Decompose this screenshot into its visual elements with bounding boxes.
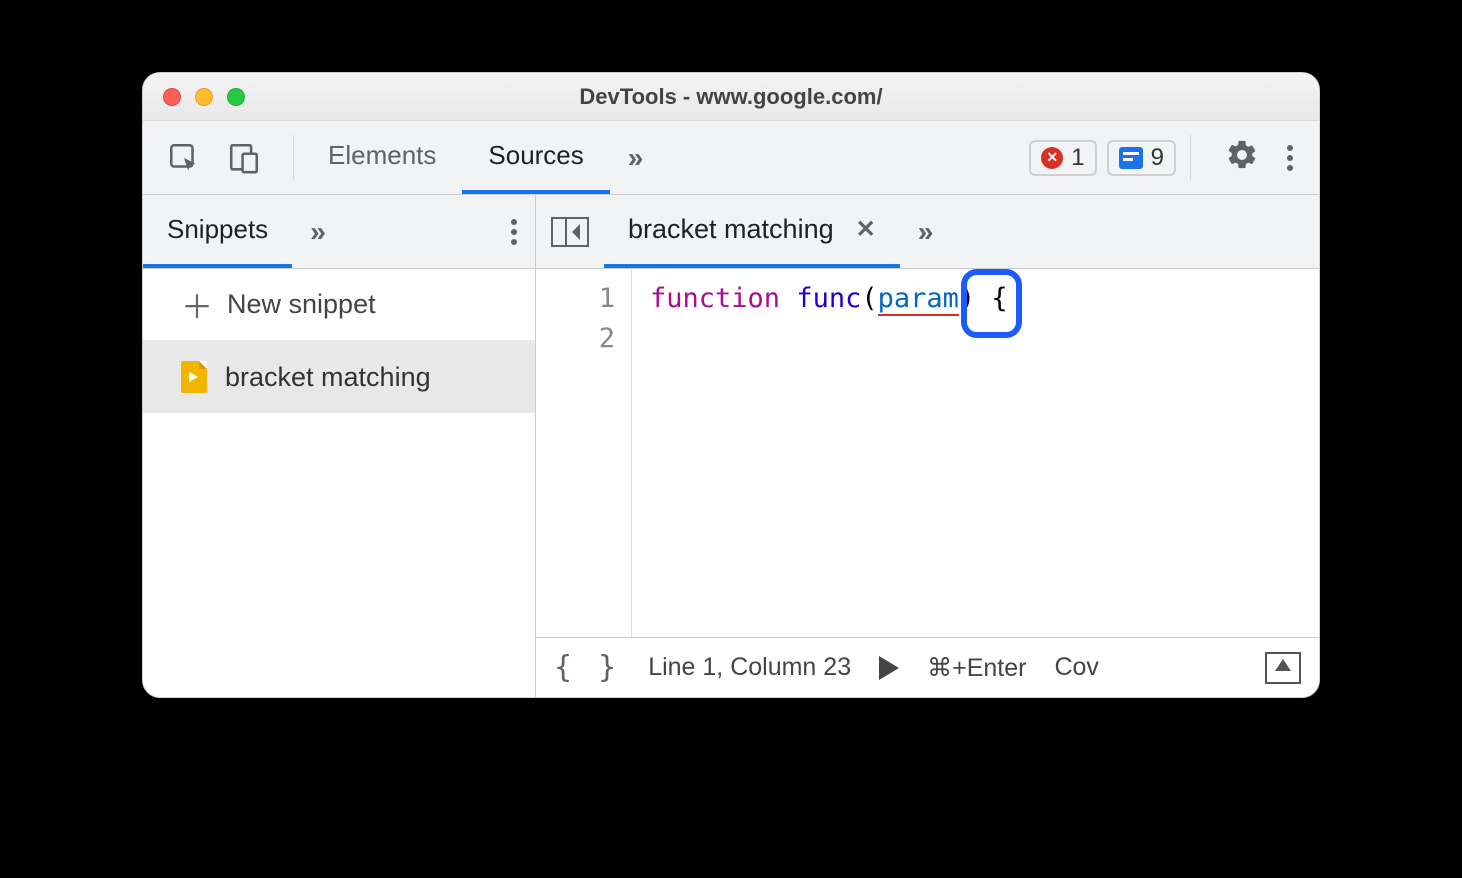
- drawer-toggle-icon[interactable]: [1265, 652, 1301, 684]
- snippets-list: bracket matching: [143, 341, 535, 697]
- editor-more-tabs[interactable]: »: [900, 195, 952, 268]
- errors-count: 1: [1071, 144, 1084, 172]
- trailing-icons: [1199, 121, 1319, 194]
- token-function-name: func: [796, 283, 861, 314]
- pretty-print-icon[interactable]: { }: [554, 650, 620, 685]
- sidebar: Snippets » ＋ New snippet bracket matchin…: [143, 195, 536, 697]
- content: Snippets » ＋ New snippet bracket matchin…: [143, 195, 1319, 697]
- more-tabs-button[interactable]: »: [610, 121, 662, 194]
- status-bar: { } Line 1, Column 23 ⌘+Enter Cov: [536, 637, 1319, 697]
- line-gutter: 1 2: [536, 269, 632, 637]
- code-content[interactable]: function func(param) {: [632, 269, 1319, 637]
- error-icon: ✕: [1041, 147, 1063, 169]
- separator: [293, 135, 294, 180]
- messages-badge[interactable]: 9: [1107, 140, 1176, 176]
- tab-sources[interactable]: Sources: [462, 121, 609, 194]
- devtools-window: DevTools - www.google.com/ Elements Sour…: [142, 72, 1320, 698]
- token-keyword: function: [650, 283, 780, 314]
- run-shortcut-label: ⌘+Enter: [927, 653, 1026, 683]
- sidebar-menu-button[interactable]: [511, 195, 517, 268]
- separator: [1190, 135, 1191, 180]
- coverage-label[interactable]: Cov: [1054, 653, 1098, 682]
- cursor-position: Line 1, Column 23: [648, 653, 851, 682]
- window-title: DevTools - www.google.com/: [143, 84, 1319, 110]
- sidebar-more-tabs[interactable]: »: [292, 195, 344, 268]
- zoom-window-button[interactable]: [227, 88, 245, 106]
- minimize-window-button[interactable]: [195, 88, 213, 106]
- code-editor[interactable]: 1 2 function func(param) {: [536, 269, 1319, 637]
- snippet-item-bracket-matching[interactable]: bracket matching: [143, 341, 535, 413]
- console-counters: ✕ 1 9: [1029, 121, 1182, 194]
- new-snippet-label: New snippet: [227, 289, 376, 320]
- main-toolbar: Elements Sources » ✕ 1 9: [143, 121, 1319, 195]
- run-snippet-icon[interactable]: [879, 656, 899, 680]
- inspect-element-icon[interactable]: [167, 141, 201, 175]
- editor-toolbar: bracket matching ✕ »: [536, 195, 1319, 269]
- main-menu-button[interactable]: [1287, 145, 1293, 171]
- close-window-button[interactable]: [163, 88, 181, 106]
- token-open-paren: (: [861, 283, 877, 314]
- sidebar-toolbar: Snippets »: [143, 195, 535, 269]
- editor-pane: bracket matching ✕ » 1 2 function func(p…: [536, 195, 1319, 697]
- navigator-toggle-icon[interactable]: [536, 195, 604, 268]
- editor-file-tab[interactable]: bracket matching ✕: [604, 195, 900, 268]
- tab-elements[interactable]: Elements: [302, 121, 462, 194]
- title-bar: DevTools - www.google.com/: [143, 73, 1319, 121]
- line-number: 1: [536, 279, 631, 319]
- token-space: [975, 283, 991, 314]
- snippet-file-icon: [181, 361, 207, 393]
- messages-count: 9: [1151, 144, 1164, 172]
- close-tab-icon[interactable]: ✕: [856, 215, 876, 244]
- message-icon: [1119, 147, 1143, 169]
- snippet-item-label: bracket matching: [225, 362, 431, 393]
- errors-badge[interactable]: ✕ 1: [1029, 140, 1096, 176]
- traffic-lights: [143, 88, 245, 106]
- new-snippet-button[interactable]: ＋ New snippet: [143, 269, 535, 341]
- tab-snippets[interactable]: Snippets: [143, 195, 292, 268]
- token-close-paren: ): [959, 283, 975, 314]
- device-toolbar-icon[interactable]: [227, 141, 261, 175]
- file-tab-label: bracket matching: [628, 214, 834, 245]
- line-number: 2: [536, 319, 631, 359]
- token-brace: {: [991, 283, 1007, 314]
- inspect-group: [143, 121, 285, 194]
- plus-icon: ＋: [181, 282, 213, 328]
- settings-icon[interactable]: [1225, 138, 1259, 177]
- token-param: param: [878, 283, 959, 316]
- code-line-1: function func(param) {: [650, 279, 1319, 319]
